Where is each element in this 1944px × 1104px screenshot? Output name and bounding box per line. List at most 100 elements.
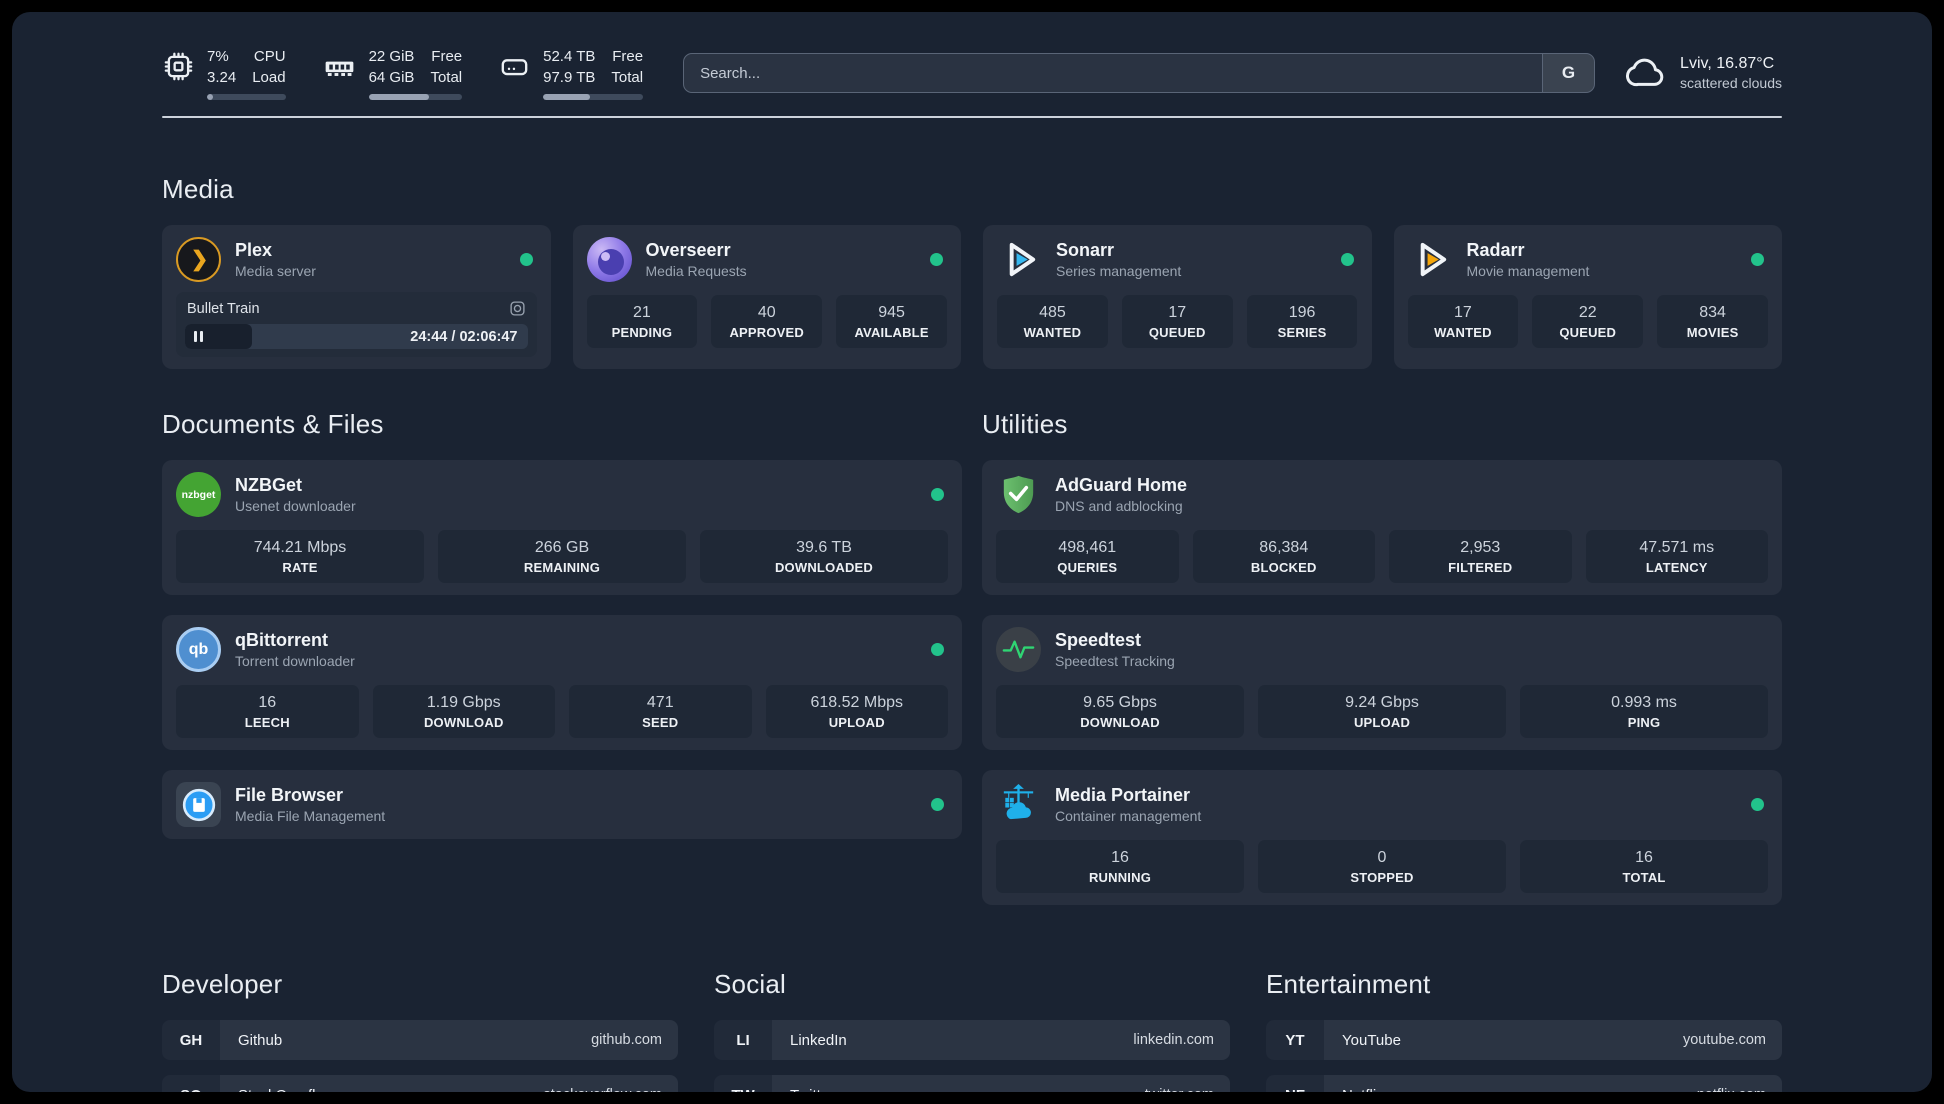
plex-card[interactable]: ❯ Plex Media server Bullet Train 24:44 /… — [162, 225, 551, 369]
filebrowser-icon — [176, 782, 221, 827]
section-title-entertainment: Entertainment — [1266, 969, 1431, 999]
stat-rate: 744.21 Mbps RATE — [176, 530, 424, 583]
stat-pending: 21 PENDING — [586, 295, 698, 348]
cpu-usage-value: 7% — [207, 48, 229, 65]
app-title: NZBGet — [235, 475, 302, 495]
stat-queued: 17 QUEUED — [1121, 295, 1233, 348]
playback-time: 24:44 / 02:06:47 — [410, 328, 518, 345]
plex-icon: ❯ — [176, 237, 221, 282]
app-title: Plex — [235, 240, 273, 260]
portainer-card[interactable]: Media Portainer Container management 16 R… — [982, 770, 1782, 905]
topbar-divider — [162, 116, 1782, 118]
playback-progress-bar[interactable]: 24:44 / 02:06:47 — [185, 324, 528, 349]
nzbget-card[interactable]: nzbget NZBGet Usenet downloader 744.21 M… — [162, 460, 962, 595]
sonarr-card[interactable]: Sonarr Series management 485 WANTED 17 QUE… — [983, 225, 1372, 369]
radarr-card[interactable]: Radarr Movie management 17 WANTED 22 QUEUE… — [1393, 225, 1782, 369]
status-dot — [1751, 798, 1764, 811]
now-playing-title: Bullet Train — [187, 300, 260, 317]
topbar: 7% 3.24 CPU Load 22 GiB 64 GiB Free Tota… — [162, 46, 1782, 100]
search-bar: G — [683, 53, 1596, 93]
link-tag: GH — [162, 1020, 220, 1060]
section-title-documents: Documents & Files — [162, 409, 384, 439]
app-title: Media Portainer — [1055, 785, 1191, 805]
link-tag: LI — [714, 1020, 772, 1060]
link-twitter[interactable]: TW Twittertwitter.com — [714, 1075, 1230, 1092]
now-playing-icon[interactable] — [509, 300, 526, 317]
section-title-utilities: Utilities — [982, 409, 1068, 439]
app-subtitle: Series management — [1056, 263, 1182, 279]
status-dot — [930, 253, 943, 266]
stat-movies: 834 MOVIES — [1657, 295, 1768, 348]
dashboard-root: 7% 3.24 CPU Load 22 GiB 64 GiB Free Tota… — [12, 12, 1932, 1092]
plex-now-playing: Bullet Train 24:44 / 02:06:47 — [176, 292, 537, 357]
speedtest-card[interactable]: Speedtest Speedtest Tracking 9.65 Gbps DO… — [982, 615, 1782, 750]
stat-upload: 618.52 Mbps UPLOAD — [765, 685, 948, 738]
app-title: AdGuard Home — [1055, 475, 1188, 495]
filebrowser-card[interactable]: File Browser Media File Management — [162, 770, 962, 839]
app-subtitle: Movie management — [1466, 263, 1590, 279]
section-title-social: Social — [714, 969, 787, 999]
stat-total: 16 TOTAL — [1520, 840, 1768, 893]
stat-latency: 47.571 ms LATENCY — [1585, 530, 1768, 583]
memory-free-label: Free — [431, 48, 463, 65]
weather-location: Lviv, 16.87°C — [1680, 55, 1775, 72]
stat-leech: 16 LEECH — [176, 685, 359, 738]
link-netflix[interactable]: NF Netflixnetflix.com — [1266, 1075, 1782, 1092]
disk-total-value: 97.9 TB — [543, 69, 596, 86]
link-tag: YT — [1266, 1020, 1324, 1060]
search-input[interactable] — [684, 54, 1543, 92]
stat-seed: 471 SEED — [569, 685, 752, 738]
stat-stopped: 0 STOPPED — [1258, 840, 1506, 893]
cpu-load-value: 3.24 — [207, 69, 237, 86]
stat-upload: 9.24 Gbps UPLOAD — [1258, 685, 1506, 738]
weather-condition: scattered clouds — [1680, 75, 1782, 91]
stat-remaining: 266 GB REMAINING — [438, 530, 686, 583]
status-dot — [931, 643, 944, 656]
app-title: File Browser — [235, 785, 344, 805]
stat-approved: 40 APPROVED — [711, 295, 823, 348]
section-media: Media ❯ Plex Media server Bullet Train 2… — [162, 174, 1782, 369]
qbittorrent-card[interactable]: qb qBittorrent Torrent downloader 16 LEEC… — [162, 615, 962, 750]
app-subtitle: Usenet downloader — [235, 498, 356, 514]
memory-free-value: 22 GiB — [368, 48, 415, 65]
cloud-icon — [1626, 58, 1664, 87]
disk-widget: 52.4 TB 97.9 TB Free Total — [498, 46, 644, 100]
section-social: Social LI LinkedInlinkedin.com TW Twitte… — [714, 969, 1230, 1092]
overseerr-card[interactable]: Overseerr Media Requests 21 PENDING 40 APP… — [572, 225, 961, 369]
section-title-media: Media — [162, 174, 234, 204]
app-subtitle: Container management — [1055, 808, 1202, 824]
section-entertainment: Entertainment YT YouTubeyoutube.com NF N… — [1266, 969, 1782, 1092]
app-title: Sonarr — [1056, 240, 1115, 260]
stat-download: 9.65 Gbps DOWNLOAD — [996, 685, 1244, 738]
stat-downloaded: 39.6 TB DOWNLOADED — [700, 530, 948, 583]
cpu-usage-label: CPU — [253, 48, 286, 65]
stat-ping: 0.993 ms PING — [1520, 685, 1768, 738]
stat-queries: 498,461 QUERIES — [996, 530, 1179, 583]
cpu-load-label: Load — [252, 69, 286, 86]
nzbget-icon: nzbget — [176, 472, 221, 517]
app-subtitle: Media File Management — [235, 808, 386, 824]
link-linkedin[interactable]: LI LinkedIn linkedin.com — [714, 1020, 1230, 1060]
pause-icon[interactable] — [194, 331, 203, 342]
weather-widget: Lviv, 16.87°C scattered clouds — [1625, 52, 1782, 94]
disk-free-value: 52.4 TB — [543, 48, 596, 65]
section-developer: Developer GH Githubgithub.com SO StackOv… — [162, 969, 678, 1092]
stat-available: 945 AVAILABLE — [836, 295, 947, 348]
link-stackoverflow[interactable]: SO StackOverflowstackoverflow.com — [162, 1075, 678, 1092]
section-utilities: Utilities AdGuard Home DNS and adblockin… — [982, 409, 1782, 905]
link-github[interactable]: GH Github github.com — [162, 1020, 678, 1060]
disk-progress-bar — [543, 94, 644, 100]
adguard-card[interactable]: AdGuard Home DNS and adblocking 498,461 Q… — [982, 460, 1782, 595]
disk-free-label: Free — [612, 48, 644, 65]
stat-filtered: 2,953 FILTERED — [1389, 530, 1572, 583]
app-title: Overseerr — [645, 240, 731, 260]
sonarr-icon — [997, 237, 1042, 282]
link-youtube[interactable]: YT YouTube youtube.com — [1266, 1020, 1782, 1060]
disk-icon — [501, 59, 528, 76]
app-title: Speedtest — [1055, 630, 1142, 650]
disk-total-label: Total — [611, 69, 644, 86]
memory-total-label: Total — [430, 69, 463, 86]
speedtest-icon — [996, 627, 1041, 672]
search-engine-button[interactable]: G — [1542, 54, 1595, 92]
link-tag: TW — [714, 1075, 772, 1092]
